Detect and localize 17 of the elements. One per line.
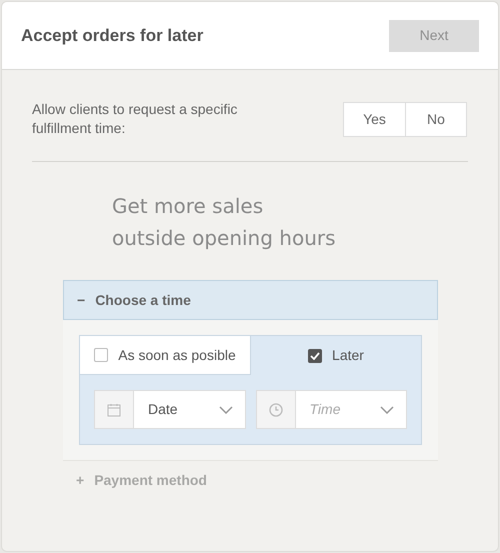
checkmark-icon [310, 352, 320, 360]
tagline-text: outside opening hours [112, 225, 336, 252]
dialog-title: Accept orders for later [21, 24, 204, 47]
choice-tab[interactable]: As soon as posible [80, 336, 251, 375]
checkbox[interactable] [94, 348, 108, 362]
accordion-header[interactable]: − Choose a time [63, 280, 438, 320]
question-text: Allow clients to request a specific fulfillment time: [32, 100, 238, 138]
chevron-down-icon [380, 406, 394, 414]
choice-tab[interactable]: Later [251, 336, 421, 375]
date-dropdown[interactable]: Date [94, 390, 246, 429]
choice-button[interactable]: No [406, 102, 467, 136]
calendar-icon [107, 402, 121, 416]
chevron-down-icon [218, 406, 232, 414]
tagline-text: Get more sales [112, 193, 264, 220]
choice-button[interactable]: Yes [343, 102, 406, 136]
checkbox[interactable] [308, 348, 322, 362]
clock-icon [268, 402, 282, 416]
